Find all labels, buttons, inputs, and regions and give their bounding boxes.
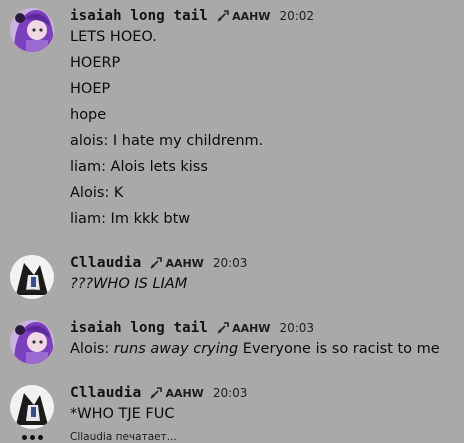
message-text: liam: Alois lets kiss (70, 159, 208, 175)
username[interactable]: isaiah long tail (70, 320, 208, 336)
avatar-image-cllaudia (10, 385, 54, 429)
timestamp: 20:03 (212, 256, 248, 270)
message-header: Cllaudia AAHW 20:03 (70, 253, 247, 273)
typing-indicator-text: Cllaudia печатает... (70, 431, 177, 443)
sword-tag-icon (217, 322, 229, 334)
server-tag-label: AAHW (165, 386, 204, 400)
server-tag[interactable]: AAHW (216, 9, 270, 23)
message-group: Cllaudia AAHW 20:03 *WHO TJE FUC (0, 383, 464, 429)
avatar[interactable] (10, 385, 54, 429)
sword-tag-icon (150, 257, 163, 269)
sword-tag-icon (217, 10, 229, 22)
message-text: alois: I hate my childrenm. (70, 133, 264, 149)
message-text-part: Alois: (70, 341, 114, 357)
timestamp: 20:03 (212, 386, 248, 400)
message-header: isaiah long tail AAHW 20:02 (70, 6, 314, 26)
message-text: liam: Im kkk btw (70, 211, 191, 227)
typing-dots-icon (22, 435, 43, 440)
username[interactable]: isaiah long tail (70, 8, 208, 24)
message-header: Cllaudia AAHW 20:03 (70, 383, 247, 403)
avatar[interactable] (10, 8, 54, 52)
message-text-italic: runs away crying (113, 341, 239, 357)
avatar[interactable] (10, 320, 54, 364)
username[interactable]: Cllaudia (70, 255, 141, 271)
avatar-image-isaiah (10, 320, 54, 364)
message-header: isaiah long tail AAHW 20:03 (70, 318, 314, 338)
message-text: HOERP (70, 55, 121, 71)
message-text: Alois: K (70, 185, 124, 201)
message-group: isaiah long tail AAHW 20:03 Alois: runs … (0, 318, 464, 364)
server-tag[interactable]: AAHW (216, 321, 270, 335)
server-tag-label: AAHW (232, 9, 271, 23)
avatar-image-isaiah (10, 8, 54, 52)
message-text: ???WHO IS LIAM (70, 274, 187, 294)
server-tag[interactable]: AAHW (149, 256, 204, 270)
username[interactable]: Cllaudia (70, 385, 141, 401)
timestamp: 20:03 (279, 321, 315, 335)
message-text: hope (70, 107, 107, 123)
message-text: *WHO TJE FUC (70, 406, 175, 422)
message-text-part: Everyone is so racist to me (238, 341, 440, 357)
avatar-image-cllaudia (10, 255, 54, 299)
server-tag-label: AAHW (165, 256, 204, 270)
message-group: isaiah long tail AAHW 20:02 LETS HOEO. H… (0, 6, 464, 231)
server-tag[interactable]: AAHW (149, 386, 204, 400)
message-text: HOEP (70, 81, 111, 97)
message-text: Alois: runs away crying Everyone is so r… (70, 339, 440, 359)
server-tag-label: AAHW (232, 321, 271, 335)
sword-tag-icon (150, 387, 163, 399)
avatar[interactable] (10, 255, 54, 299)
message-text: LETS HOEO. (70, 29, 157, 45)
message-group: Cllaudia AAHW 20:03 ???WHO IS LIAM (0, 253, 464, 299)
typing-indicator: Cllaudia печатает... (0, 429, 464, 443)
message-text-italic: ???WHO IS LIAM (70, 276, 188, 292)
timestamp: 20:02 (279, 9, 315, 23)
